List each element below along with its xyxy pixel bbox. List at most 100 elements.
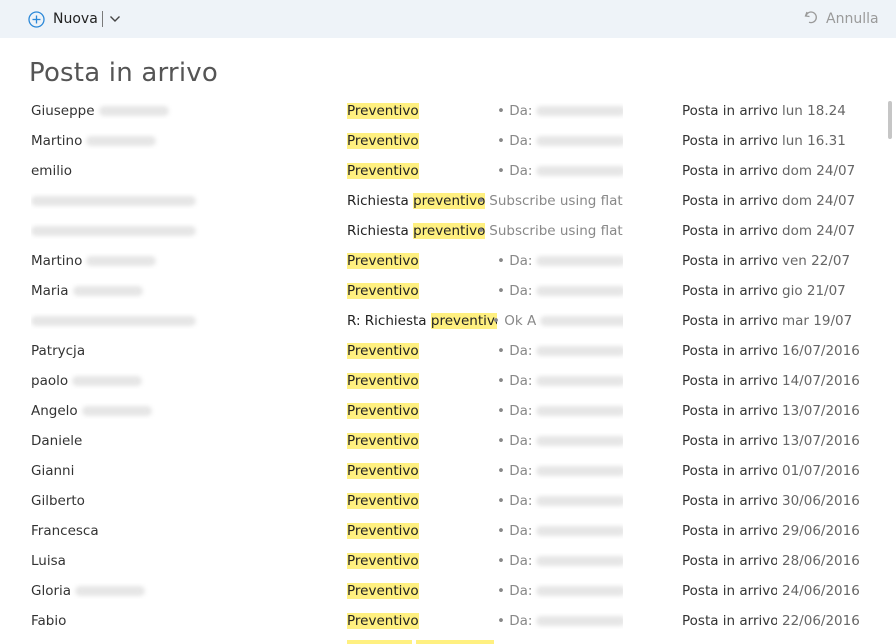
message-sender: Luisa [31,553,331,569]
sender-name: Giuseppe [31,103,95,119]
message-row[interactable]: Francesca Preventivo • Da: Posta in arrivo 2… [0,516,880,546]
search-highlight: Preventivo [347,613,419,629]
message-date: 13/07/2016 [782,403,860,419]
redacted-preview-text [536,346,623,356]
sender-name: Fabio [31,613,67,629]
message-preview: • Da: [497,343,623,359]
message-sender: Daniele [31,433,331,449]
sender-name: Maria [31,283,69,299]
search-highlight: Preventivo [347,103,419,119]
preview-text: • Da: [497,103,533,119]
message-sender: Martino [31,253,331,269]
message-row[interactable]: Giuseppe Preventivo • Da: Posta in arrivo lu… [0,96,880,126]
sender-name: Gianni [31,463,75,479]
message-preview: • Da: [497,583,623,599]
redacted-preview-text [536,436,623,446]
message-date: lun 18.24 [782,103,846,119]
message-row[interactable]: paolo Preventivo • Da: Posta in arrivo 14/07… [0,366,880,396]
message-date: 22/06/2016 [782,613,860,629]
redacted-preview-text [540,316,623,326]
sender-name: Patrycja [31,343,86,359]
message-row[interactable]: Richiesta preventivo • Subscribe using fl… [0,216,880,246]
next-row-highlight-peek [347,640,412,644]
preview-text: • Da: [497,523,533,539]
message-row[interactable]: Angelo Preventivo • Da: Posta in arrivo 13/0… [0,396,880,426]
new-message-label: Nuova [53,11,98,27]
message-folder: Posta in arrivo [682,223,777,239]
search-highlight: Preventivo [347,403,419,419]
message-list: Giuseppe Preventivo • Da: Posta in arrivo lu… [0,96,880,636]
chevron-down-icon [108,12,122,31]
preview-text: • Subscribe using flatpac [477,223,623,239]
message-date: 13/07/2016 [782,433,860,449]
message-preview: • Da: [497,103,623,119]
message-preview: • Da: [497,493,623,509]
message-date: lun 16.31 [782,133,846,149]
message-date: gio 21/07 [782,283,846,299]
redacted-preview-text [536,496,623,506]
redacted-preview-text [536,406,623,416]
redacted-sender-text [86,136,157,146]
scrollbar-thumb[interactable] [888,101,892,139]
message-row[interactable]: Richiesta preventivo • Subscribe using fl… [0,186,880,216]
redacted-preview-text [536,586,623,596]
message-sender: Angelo [31,403,331,419]
search-highlight: preventivo [413,193,486,209]
sender-name: Luisa [31,553,66,569]
message-folder: Posta in arrivo [682,193,777,209]
new-message-button[interactable]: Nuova [28,9,98,29]
search-highlight: Preventivo [347,553,419,569]
message-preview: • Ok A [492,313,623,329]
message-row[interactable]: Patrycja Preventivo • Da: Posta in arrivo 16… [0,336,880,366]
message-folder: Posta in arrivo [682,493,777,509]
message-date: 01/07/2016 [782,463,860,479]
message-row[interactable]: Gilberto Preventivo • Da: Posta in arrivo 30… [0,486,880,516]
message-subject: Preventivo [347,343,497,359]
message-row[interactable]: Martino Preventivo • Da: Posta in arrivo ven… [0,246,880,276]
message-sender: Patrycja [31,343,331,359]
message-subject: Preventivo [347,103,497,119]
message-row[interactable]: R: Richiesta preventivo • Ok A Posta in ar… [0,306,880,336]
redacted-sender-text [72,286,143,296]
message-preview: • Subscribe using flatpac [477,193,623,209]
search-highlight: Preventivo [347,493,419,509]
message-sender: Fabio [31,613,331,629]
redacted-sender-text [31,316,196,326]
undo-button[interactable]: Annulla [803,9,879,29]
sender-name: Daniele [31,433,83,449]
preview-text: • Da: [497,433,533,449]
message-subject: Preventivo [347,583,497,599]
redacted-sender-text [86,256,157,266]
search-highlight: preventivo [413,223,486,239]
preview-text: • Da: [497,253,533,269]
message-folder: Posta in arrivo [682,283,777,299]
message-preview: • Da: [497,133,623,149]
message-folder: Posta in arrivo [682,403,777,419]
search-highlight: Preventivo [347,523,419,539]
message-row[interactable]: Martino Preventivo • Da: Posta in arrivo lun… [0,126,880,156]
message-row[interactable]: Maria Preventivo • Da: Posta in arrivo gio 2… [0,276,880,306]
preview-text: • Da: [497,163,533,179]
message-row[interactable]: Gloria Preventivo • Da: Posta in arrivo 24/0… [0,576,880,606]
message-row[interactable]: Luisa Preventivo • Da: Posta in arrivo 28/06… [0,546,880,576]
message-subject: Richiesta preventivo [347,223,497,239]
sender-name: Martino [31,133,83,149]
message-subject: Preventivo [347,463,497,479]
message-sender [31,193,331,209]
new-options-dropdown[interactable] [108,11,122,27]
message-date: mar 19/07 [782,313,853,329]
preview-text: • Da: [497,463,533,479]
message-sender: Giuseppe [31,103,331,119]
message-preview: • Da: [497,553,623,569]
message-row[interactable]: emilio Preventivo • Da: Posta in arrivo dom … [0,156,880,186]
preview-text: • Da: [497,583,533,599]
redacted-sender-text [31,196,196,206]
message-row[interactable]: Fabio Preventivo • Da: Posta in arrivo 22/06… [0,606,880,636]
preview-text: • Da: [497,283,533,299]
undo-icon [803,9,819,29]
message-row[interactable]: Daniele Preventivo • Da: Posta in arrivo 13/… [0,426,880,456]
message-preview: • Da: [497,613,623,629]
message-row[interactable]: Gianni Preventivo • Da: Posta in arrivo 01/0… [0,456,880,486]
search-highlight: Preventivo [347,433,419,449]
toolbar-divider [102,11,103,27]
